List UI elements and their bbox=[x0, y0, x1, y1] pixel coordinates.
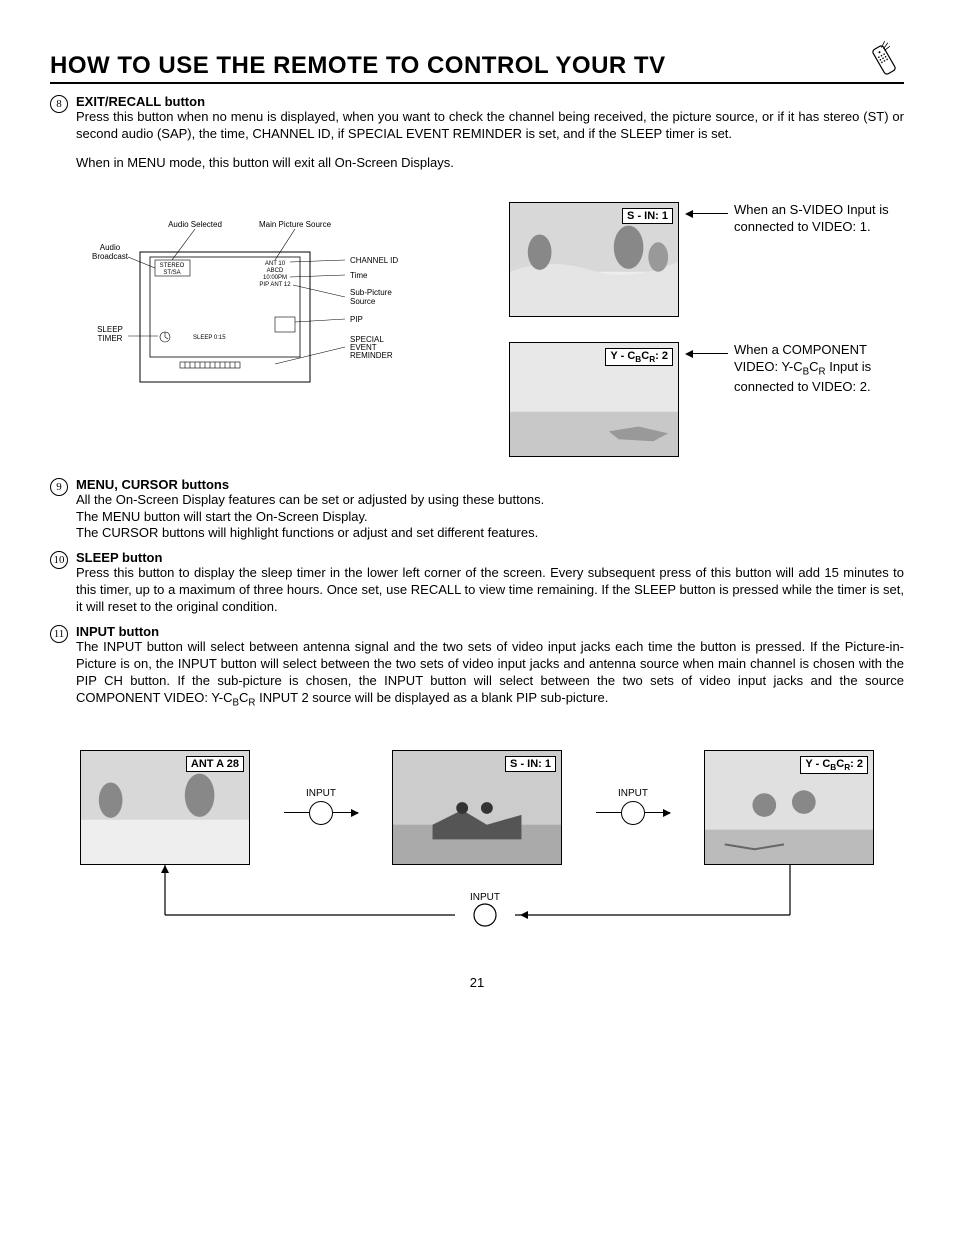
item-8: 8 EXIT/RECALL button Press this button w… bbox=[50, 94, 904, 172]
tv-thumbnail-component: Y - CBCR: 2 bbox=[509, 342, 679, 457]
figure-row: STEREO ST/SA ANT 10 ABCD 10:00PM PIP ANT… bbox=[80, 202, 904, 457]
svg-text:SLEEP: SLEEP bbox=[97, 325, 123, 334]
flow-connector: INPUT bbox=[284, 788, 358, 827]
svg-text:ANT 10: ANT 10 bbox=[265, 261, 286, 267]
item-text: The MENU button will start the On-Screen… bbox=[76, 509, 904, 526]
svg-text:ST/SA: ST/SA bbox=[163, 270, 180, 276]
item-heading: EXIT/RECALL button bbox=[76, 94, 904, 109]
item-text: Press this button to display the sleep t… bbox=[76, 565, 904, 616]
svg-text:PIP: PIP bbox=[350, 315, 363, 324]
svg-text:Source: Source bbox=[350, 297, 376, 306]
svg-text:Time: Time bbox=[350, 271, 368, 280]
svg-text:REMINDER: REMINDER bbox=[350, 351, 393, 360]
svg-text:Broadcast: Broadcast bbox=[92, 252, 129, 261]
svg-text:CHANNEL ID: CHANNEL ID bbox=[350, 256, 398, 265]
item-text: The CURSOR buttons will highlight functi… bbox=[76, 525, 904, 542]
svg-text:ABCD: ABCD bbox=[267, 268, 284, 274]
item-text: When in MENU mode, this button will exit… bbox=[76, 155, 904, 172]
item-text: Press this button when no menu is displa… bbox=[76, 109, 904, 143]
input-button-icon bbox=[309, 801, 333, 825]
svg-text:10:00PM: 10:00PM bbox=[263, 275, 287, 281]
page-number: 21 bbox=[50, 975, 904, 990]
page-title: HOW TO USE THE REMOTE TO CONTROL YOUR TV bbox=[50, 52, 666, 80]
flow-label: Y - CBCR: 2 bbox=[800, 756, 868, 774]
flow-thumb-component: Y - CBCR: 2 bbox=[704, 750, 874, 865]
flow-thumb-ant: ANT A 28 bbox=[80, 750, 250, 865]
caption-svideo: When an S-VIDEO Input is connected to VI… bbox=[734, 202, 904, 236]
item-11: 11 INPUT button The INPUT button will se… bbox=[50, 624, 904, 710]
osd-diagram: STEREO ST/SA ANT 10 ABCD 10:00PM PIP ANT… bbox=[80, 202, 400, 404]
tv-label: S - IN: 1 bbox=[622, 208, 673, 224]
svg-text:Sub-Picture: Sub-Picture bbox=[350, 288, 392, 297]
flow-thumb-sin: S - IN: 1 bbox=[392, 750, 562, 865]
item-heading: INPUT button bbox=[76, 624, 904, 639]
right-column: S - IN: 1 When an S-VIDEO Input is conne… bbox=[509, 202, 904, 457]
input-button-icon bbox=[621, 801, 645, 825]
tv-label: Y - CBCR: 2 bbox=[605, 348, 673, 366]
svideo-example: S - IN: 1 When an S-VIDEO Input is conne… bbox=[509, 202, 904, 317]
item-text: All the On-Screen Display features can b… bbox=[76, 492, 904, 509]
item-heading: SLEEP button bbox=[76, 550, 904, 565]
remote-icon bbox=[864, 40, 904, 80]
svg-text:Audio: Audio bbox=[100, 243, 121, 252]
item-number: 11 bbox=[50, 625, 68, 643]
svg-text:Main Picture Source: Main Picture Source bbox=[259, 220, 332, 229]
input-flow-diagram: ANT A 28 INPUT S - IN: 1 INPUT bbox=[80, 750, 874, 935]
svg-text:Audio Selected: Audio Selected bbox=[168, 220, 222, 229]
item-number: 9 bbox=[50, 478, 68, 496]
svg-text:STEREO: STEREO bbox=[160, 263, 185, 269]
svg-text:TIMER: TIMER bbox=[98, 334, 123, 343]
svg-text:INPUT: INPUT bbox=[470, 892, 500, 903]
item-text: The INPUT button will select between ant… bbox=[76, 639, 904, 710]
item-9: 9 MENU, CURSOR buttons All the On-Screen… bbox=[50, 477, 904, 543]
item-number: 8 bbox=[50, 95, 68, 113]
caption-component: When a COMPONENT VIDEO: Y-CBCR Input is … bbox=[734, 342, 904, 396]
flow-label: ANT A 28 bbox=[186, 756, 244, 772]
svg-text:SLEEP 0:15: SLEEP 0:15 bbox=[193, 335, 226, 341]
item-number: 10 bbox=[50, 551, 68, 569]
return-arrow: INPUT bbox=[80, 865, 874, 935]
svg-text:PIP ANT 12: PIP ANT 12 bbox=[259, 282, 291, 288]
tv-thumbnail-svideo: S - IN: 1 bbox=[509, 202, 679, 317]
item-10: 10 SLEEP button Press this button to dis… bbox=[50, 550, 904, 616]
flow-connector: INPUT bbox=[596, 788, 670, 827]
item-heading: MENU, CURSOR buttons bbox=[76, 477, 904, 492]
title-row: HOW TO USE THE REMOTE TO CONTROL YOUR TV bbox=[50, 40, 904, 84]
flow-label: S - IN: 1 bbox=[505, 756, 556, 772]
component-example: Y - CBCR: 2 When a COMPONENT VIDEO: Y-CB… bbox=[509, 342, 904, 457]
